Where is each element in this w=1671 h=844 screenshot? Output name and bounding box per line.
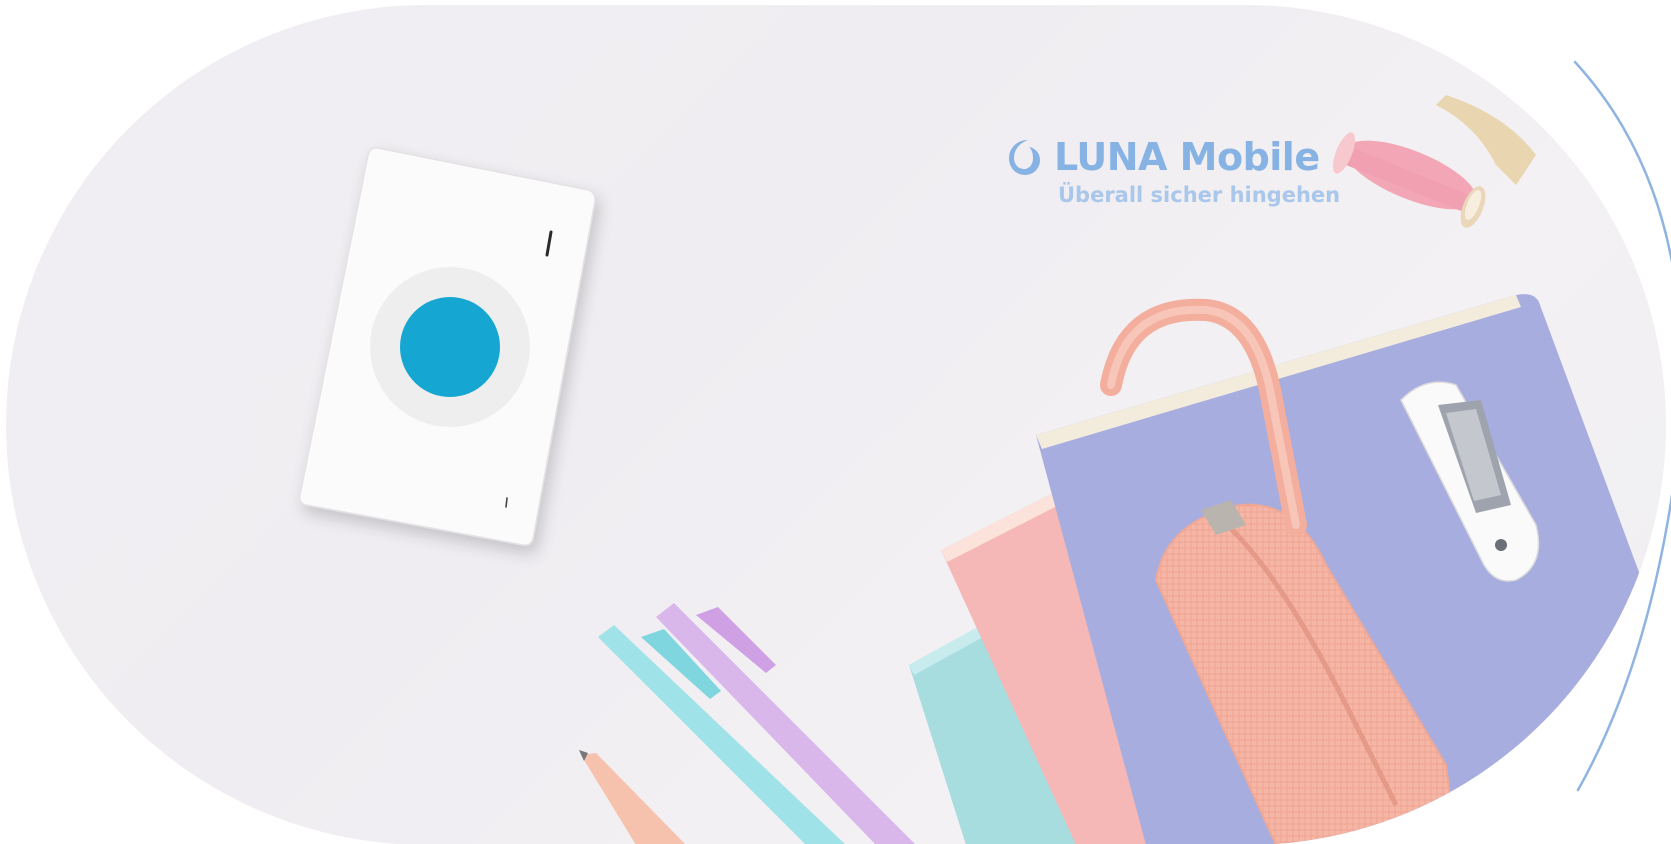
luna-crescent-icon bbox=[1009, 140, 1040, 175]
hero-banner: LUNA Mobile Überall sicher hingehen bbox=[0, 0, 1671, 844]
luna-mobile-device bbox=[298, 147, 596, 546]
brand-tagline: Überall sicher hingehen bbox=[1058, 183, 1341, 207]
device-button-icon bbox=[400, 297, 500, 397]
brand-name: LUNA Mobile bbox=[1054, 135, 1320, 179]
peach-pen bbox=[579, 750, 686, 844]
hero-image-pill: LUNA Mobile Überall sicher hingehen bbox=[6, 5, 1666, 844]
brand-block: LUNA Mobile Überall sicher hingehen bbox=[1006, 135, 1366, 207]
stationery-scene bbox=[298, 95, 1666, 844]
